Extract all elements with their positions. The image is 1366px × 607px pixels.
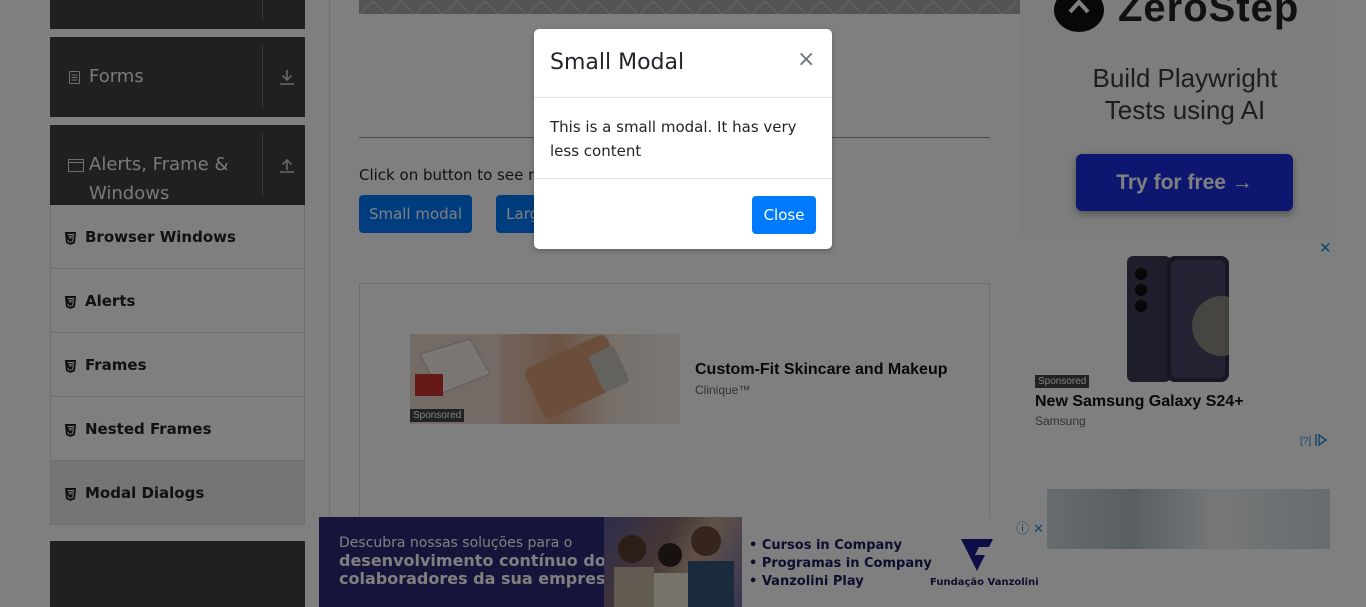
- close-button[interactable]: Close: [752, 196, 816, 234]
- modal-header: Small Modal ×: [534, 29, 832, 98]
- close-icon[interactable]: ×: [797, 47, 815, 72]
- small-modal: Small Modal × This is a small modal. It …: [534, 29, 832, 249]
- modal-title: Small Modal: [550, 50, 685, 75]
- modal-footer: Close: [534, 178, 832, 249]
- modal-body: This is a small modal. It has very less …: [550, 118, 797, 160]
